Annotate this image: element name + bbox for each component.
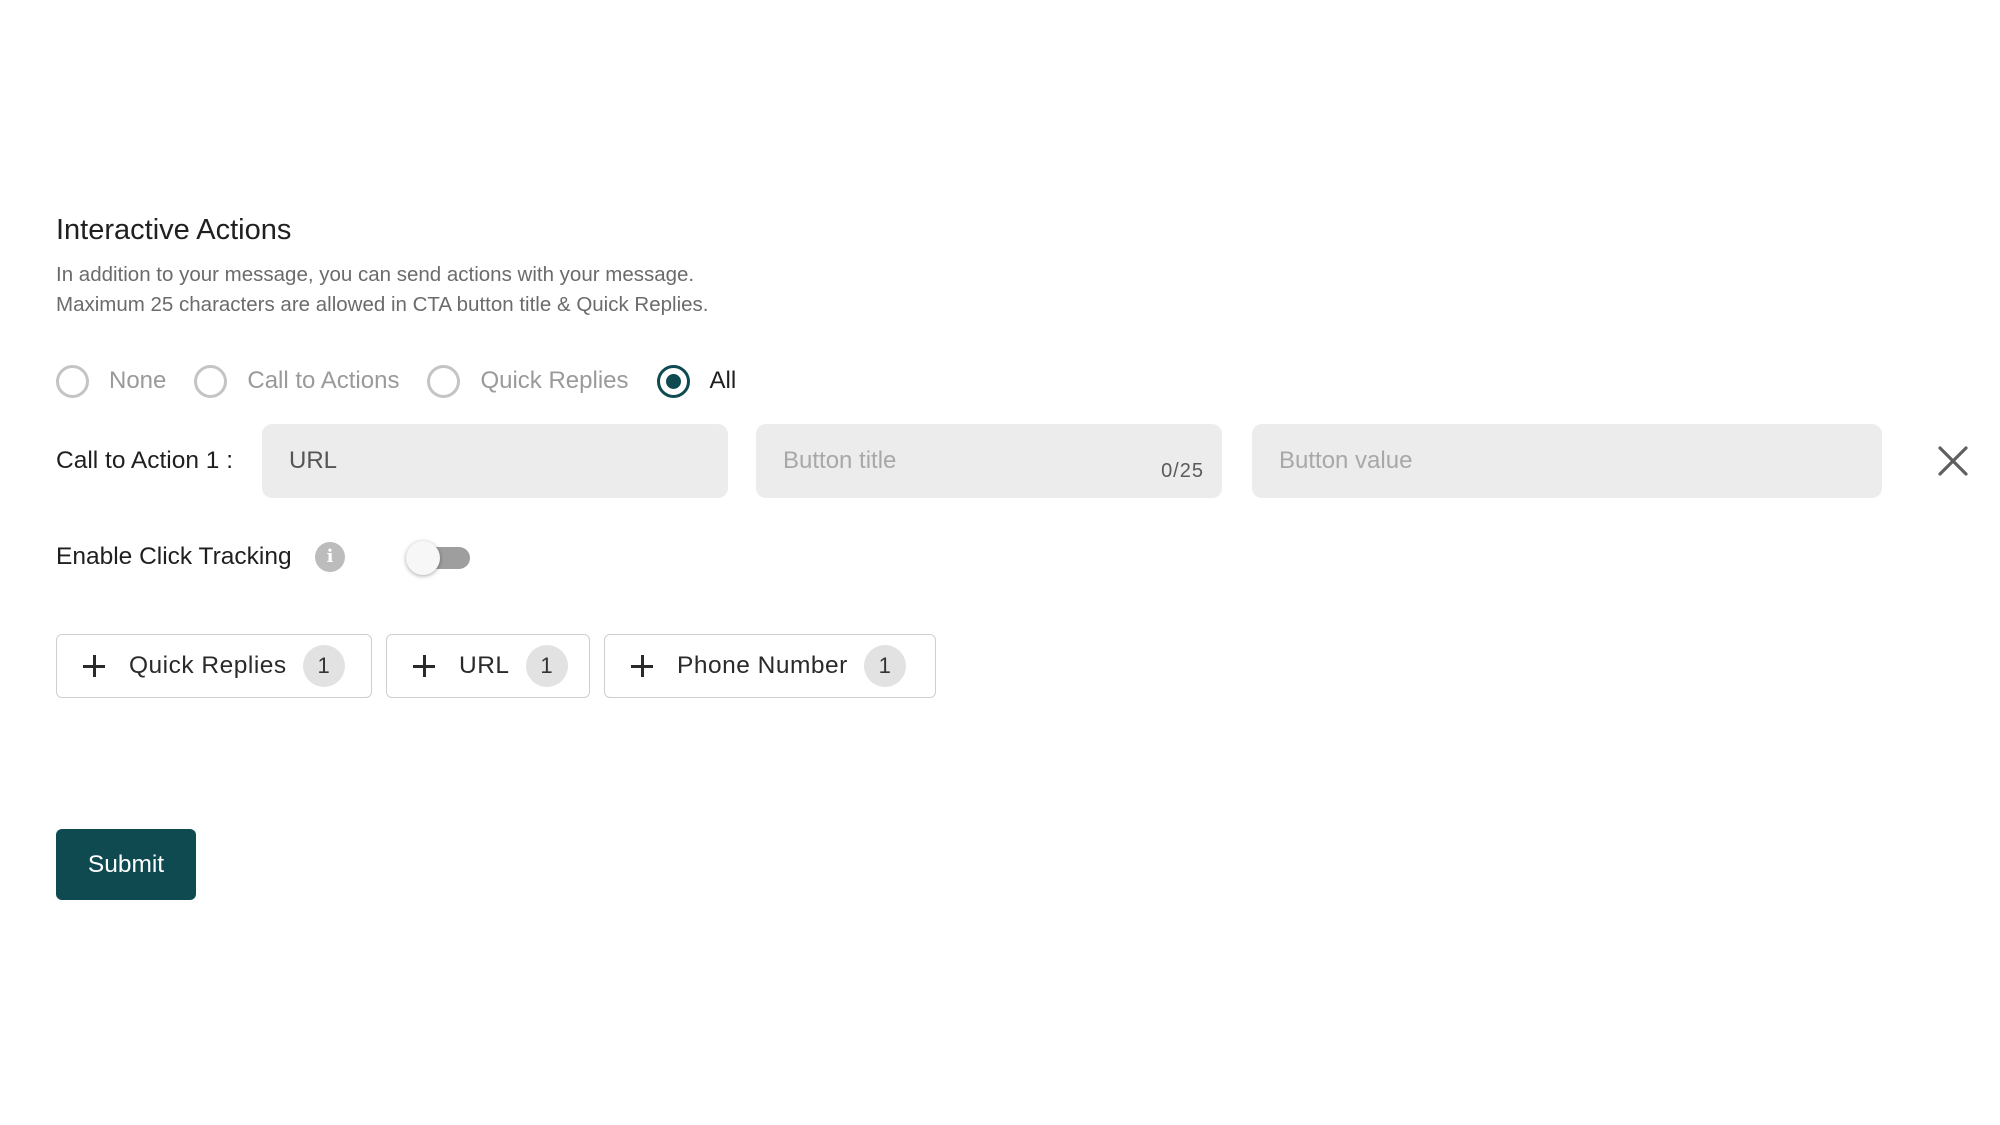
radio-button[interactable] [427,364,461,398]
section-description-line-2: Maximum 25 characters are allowed in CTA… [56,293,709,316]
radio-label: Call to Actions [247,367,400,394]
add-button-label: Quick Replies [129,652,287,679]
radio-button[interactable] [56,364,89,398]
section-title: Interactive Actions [56,214,292,246]
radio-none[interactable]: None [56,364,167,398]
add-url-button[interactable]: URL 1 [386,634,590,698]
radio-selected-dot [665,373,681,389]
click-tracking-toggle[interactable] [406,541,472,575]
plus-icon [413,655,435,677]
button-value-field[interactable] [1252,424,1882,498]
count-badge: 1 [302,645,345,687]
click-tracking-label: Enable Click Tracking [56,543,292,570]
radio-all[interactable]: All [656,364,737,398]
submit-button[interactable]: Submit [56,829,196,900]
interactive-actions-form: Interactive Actions In addition to your … [0,0,2000,1125]
plus-icon [83,655,105,677]
radio-button[interactable] [194,364,228,398]
button-value-input[interactable] [1252,424,1882,498]
add-button-label: Phone Number [677,652,848,679]
radio-call-to-actions[interactable]: Call to Actions [194,364,400,398]
button-title-field[interactable]: 0/25 [756,424,1222,498]
count-badge: 1 [863,645,906,687]
cta-type-select[interactable] [262,424,728,498]
add-button-label: URL [459,652,510,679]
action-type-radio-group: None Call to Actions Quick Replies All [56,362,764,400]
radio-label: Quick Replies [480,367,629,394]
cta-1-label: Call to Action 1 : [56,447,234,474]
character-counter: 0/25 [1161,460,1204,482]
button-title-input[interactable] [756,424,1222,498]
add-phone-number-button[interactable]: Phone Number 1 [604,634,936,698]
add-quick-replies-button[interactable]: Quick Replies 1 [56,634,372,698]
toggle-thumb[interactable] [406,541,440,575]
close-icon[interactable] [1936,444,1970,478]
radio-label: All [709,367,737,394]
cta-type-input[interactable] [262,424,728,498]
plus-icon [631,655,653,677]
radio-quick-replies[interactable]: Quick Replies [427,364,629,398]
radio-label: None [109,367,167,394]
count-badge: 1 [525,645,568,687]
info-icon[interactable]: i [315,542,345,572]
radio-button-selected[interactable] [656,364,690,398]
section-description-line-1: In addition to your message, you can sen… [56,263,695,286]
